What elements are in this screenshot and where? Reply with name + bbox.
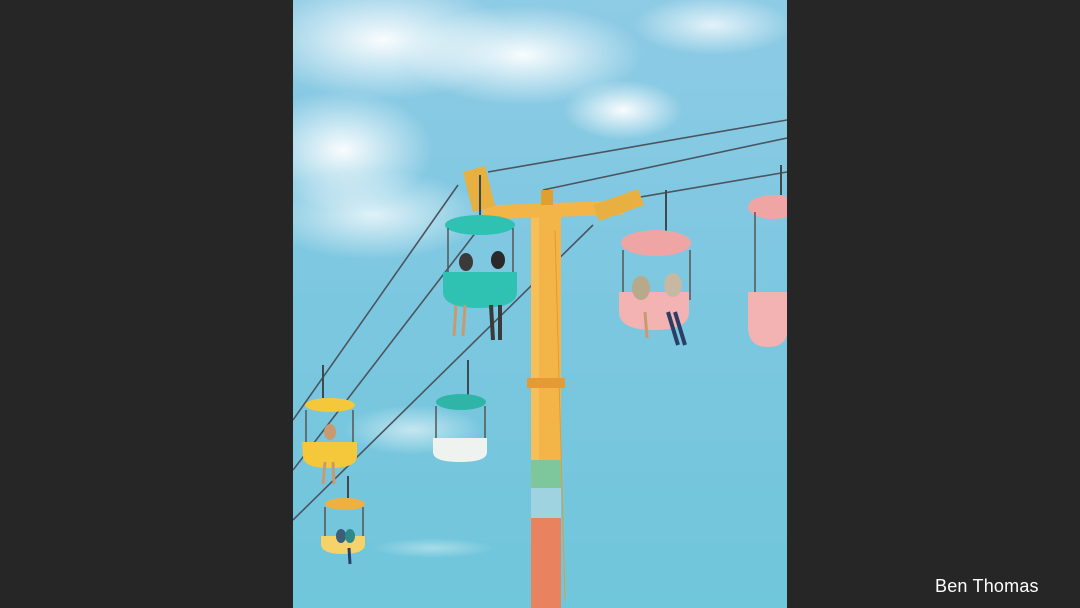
photo (293, 0, 787, 608)
slide: Ben Thomas (0, 0, 1080, 608)
photo-credit: Ben Thomas (935, 576, 1039, 596)
sky-ride-photo (293, 0, 787, 608)
